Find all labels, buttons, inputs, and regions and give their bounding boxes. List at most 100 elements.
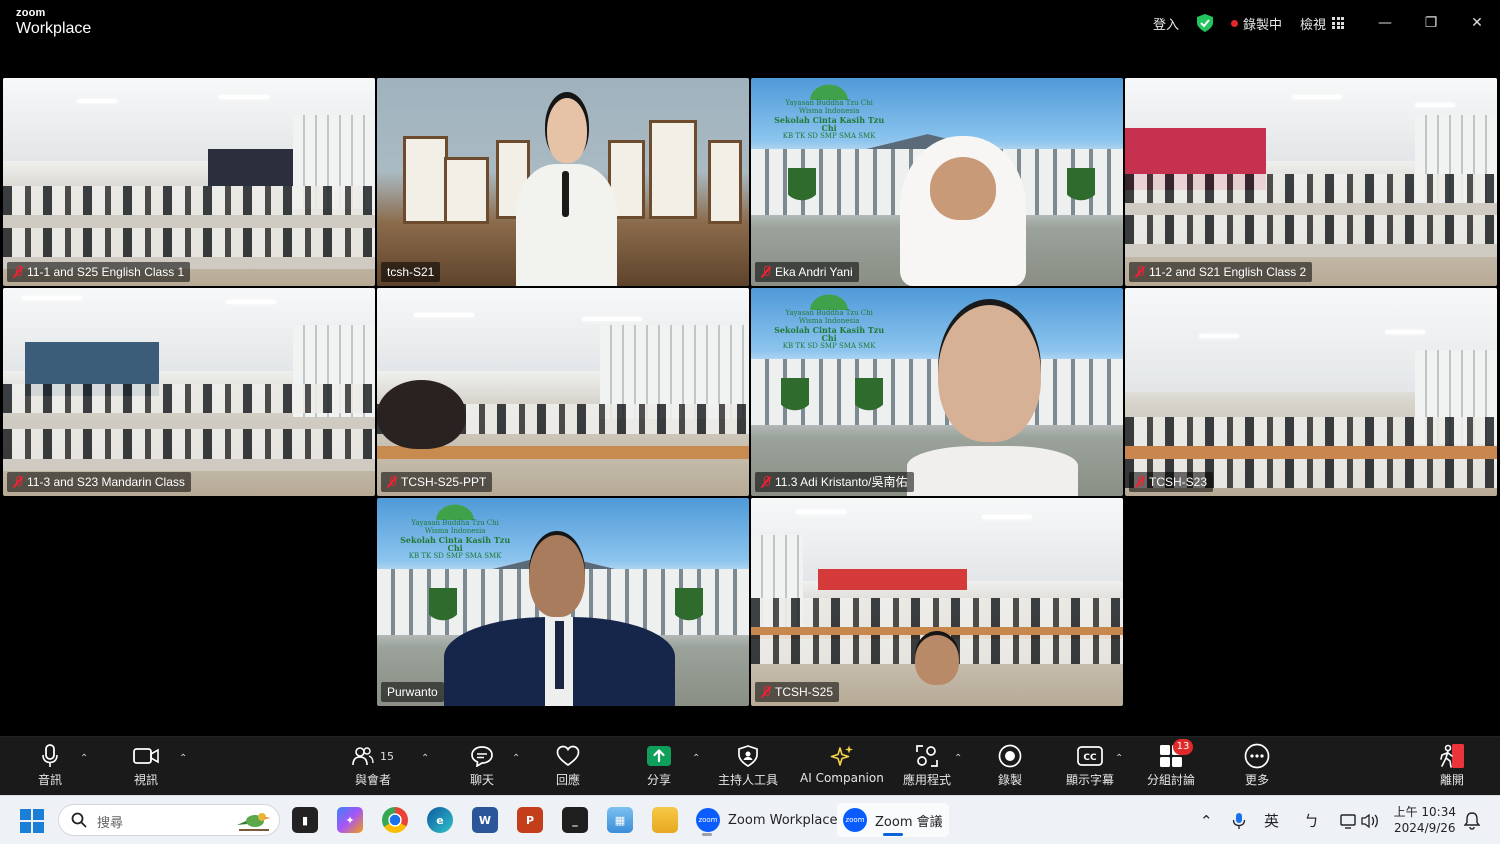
copilot-icon[interactable]: ✦ <box>337 807 363 833</box>
security-shield-icon[interactable] <box>1196 14 1213 32</box>
meeting-toolbar: 音訊 ⌃ 視訊 ⌃ 15 與會者 ⌃ 聊天 ⌃ 回應 分享 ⌃ 主持人工具 AI… <box>0 736 1500 795</box>
participant-name: TCSH-S25-PPT <box>401 475 487 489</box>
video-tile[interactable]: Yayasan Buddha Tzu Chi Wisma Indonesia S… <box>751 78 1123 286</box>
apps-icon <box>916 745 938 767</box>
windows-start-icon[interactable] <box>20 809 44 833</box>
heart-icon <box>556 745 580 767</box>
notification-bell-icon[interactable] <box>1464 796 1480 844</box>
participant-name-label: TCSH-S25-PPT <box>381 472 493 492</box>
powerpoint-icon[interactable]: P <box>517 807 543 833</box>
video-tile[interactable]: TCSH-S23 <box>1125 288 1497 496</box>
participants-options-chevron-icon[interactable]: ⌃ <box>421 753 429 764</box>
photos-icon[interactable]: ▦ <box>607 807 633 833</box>
school-sign-line1: Yayasan Buddha Tzu Chi Wisma Indonesia <box>785 99 873 115</box>
participant-name: Eka Andri Yani <box>775 265 853 279</box>
logo-big-text: Workplace <box>16 20 92 37</box>
classroom-video <box>751 498 1123 706</box>
participant-name: 11-1 and S25 English Class 1 <box>27 265 185 279</box>
word-icon[interactable]: W <box>472 807 498 833</box>
classroom-video <box>1125 288 1497 496</box>
breakout-rooms-button[interactable]: 13 分組討論 <box>1147 739 1195 788</box>
participants-label: 與會者 <box>354 773 391 787</box>
video-tile[interactable]: 11-3 and S23 Mandarin Class <box>3 288 375 496</box>
taskbar-zoom-meeting[interactable]: zoom Zoom 會議 <box>837 803 949 837</box>
restore-button[interactable]: ❐ <box>1408 0 1454 46</box>
file-explorer-icon[interactable] <box>652 807 678 833</box>
recording-dot-icon <box>1230 19 1238 27</box>
record-button[interactable]: 錄製 <box>998 743 1022 788</box>
zoom-workplace-logo: zoom Workplace <box>16 8 91 37</box>
video-tile[interactable]: 11-1 and S25 English Class 1 <box>3 78 375 286</box>
host-tools-button[interactable]: 主持人工具 <box>718 743 778 788</box>
view-button[interactable]: 檢視 <box>1300 14 1344 33</box>
school-sign-line2: Sekolah Cinta Kasih Tzu Chi <box>774 114 885 134</box>
taskbar-clock[interactable]: 上午 10:34 2024/9/26 <box>1394 804 1456 836</box>
search-placeholder: 搜尋 <box>97 816 124 831</box>
video-camera-icon <box>133 748 159 764</box>
zoom-workplace-taskbar-label: Zoom Workplace <box>728 812 838 828</box>
chat-options-chevron-icon[interactable]: ⌃ <box>512 753 520 764</box>
captions-button[interactable]: CC 顯示字幕 <box>1066 743 1114 788</box>
video-tile[interactable]: Yayasan Buddha Tzu Chi Wisma Indonesia S… <box>751 288 1123 496</box>
apps-button[interactable]: 應用程式 <box>903 743 951 788</box>
video-tile[interactable]: TCSH-S25 <box>751 498 1123 706</box>
audio-options-chevron-icon[interactable]: ⌃ <box>80 753 88 764</box>
classroom-video <box>1125 78 1497 286</box>
captions-options-chevron-icon[interactable]: ⌃ <box>1115 753 1123 764</box>
mic-muted-icon <box>761 686 771 698</box>
share-screen-icon <box>647 746 671 766</box>
video-button[interactable]: 視訊 <box>133 743 159 788</box>
share-options-chevron-icon[interactable]: ⌃ <box>692 753 700 764</box>
more-button[interactable]: 更多 <box>1244 743 1270 788</box>
microphone-tray-icon[interactable] <box>1232 796 1246 844</box>
participant-name-label: 11.3 Adi Kristanto/吳南佑 <box>755 472 914 492</box>
captions-label: 顯示字幕 <box>1066 773 1115 787</box>
terminal-icon[interactable]: _ <box>562 807 588 833</box>
taskbar-search-box[interactable]: 搜尋 <box>58 804 280 836</box>
mic-muted-icon <box>1135 266 1145 278</box>
person <box>443 535 675 706</box>
leave-button[interactable]: 離開 <box>1438 743 1466 788</box>
closed-captions-icon: CC <box>1077 746 1103 766</box>
close-button[interactable]: ✕ <box>1454 0 1500 46</box>
person <box>907 304 1079 496</box>
share-button[interactable]: 分享 <box>646 743 672 788</box>
audio-label: 音訊 <box>38 773 63 787</box>
mic-muted-icon <box>387 476 397 488</box>
video-tile[interactable]: 11-2 and S21 English Class 2 <box>1125 78 1497 286</box>
ai-sparkle-icon <box>830 745 853 766</box>
input-method-indicator[interactable]: ㄅ <box>1304 796 1319 844</box>
edge-icon[interactable]: e <box>427 807 453 833</box>
video-options-chevron-icon[interactable]: ⌃ <box>179 753 187 764</box>
host-shield-icon <box>738 745 758 767</box>
signin-button[interactable]: 登入 <box>1153 14 1179 33</box>
recording-indicator[interactable]: 錄製中 <box>1230 14 1282 33</box>
chat-label: 聊天 <box>470 773 495 787</box>
show-hidden-icons-chevron-icon[interactable]: ⌃ <box>1200 796 1213 844</box>
video-tile-active-speaker[interactable]: tcsh-S21 <box>377 78 749 286</box>
host-tools-label: 主持人工具 <box>718 773 779 787</box>
video-label: 視訊 <box>133 773 158 787</box>
mic-muted-icon <box>13 266 23 278</box>
react-button[interactable]: 回應 <box>556 743 580 788</box>
participant-name-label: Purwanto <box>381 682 444 702</box>
taskbar-zoom-workplace[interactable]: zoom Zoom Workplace <box>690 803 844 837</box>
video-tile[interactable]: TCSH-S25-PPT <box>377 288 749 496</box>
ai-companion-button[interactable]: AI Companion <box>800 743 884 785</box>
network-volume-tray-icon[interactable] <box>1340 796 1380 844</box>
title-bar: zoom Workplace 登入 錄製中 檢視 — ❐ ✕ <box>0 0 1500 46</box>
participant-name: TCSH-S25 <box>775 685 834 699</box>
apps-options-chevron-icon[interactable]: ⌃ <box>954 753 962 764</box>
video-tile[interactable]: Yayasan Buddha Tzu Chi Wisma Indonesia S… <box>377 498 749 706</box>
task-view-icon[interactable]: ▮ <box>292 807 318 833</box>
participants-button[interactable]: 15 與會者 <box>352 743 394 788</box>
school-emblem: Yayasan Buddha Tzu Chi Wisma Indonesia S… <box>773 292 885 350</box>
audio-button[interactable]: 音訊 <box>38 743 62 788</box>
chat-button[interactable]: 聊天 <box>470 743 494 788</box>
minimize-button[interactable]: — <box>1362 0 1408 46</box>
input-language-indicator[interactable]: 英 <box>1264 796 1279 844</box>
chat-bubble-icon <box>471 746 493 767</box>
record-label: 錄製 <box>998 773 1023 787</box>
zoom-meeting-app-icon: zoom <box>843 808 867 832</box>
chrome-icon[interactable] <box>382 807 408 833</box>
